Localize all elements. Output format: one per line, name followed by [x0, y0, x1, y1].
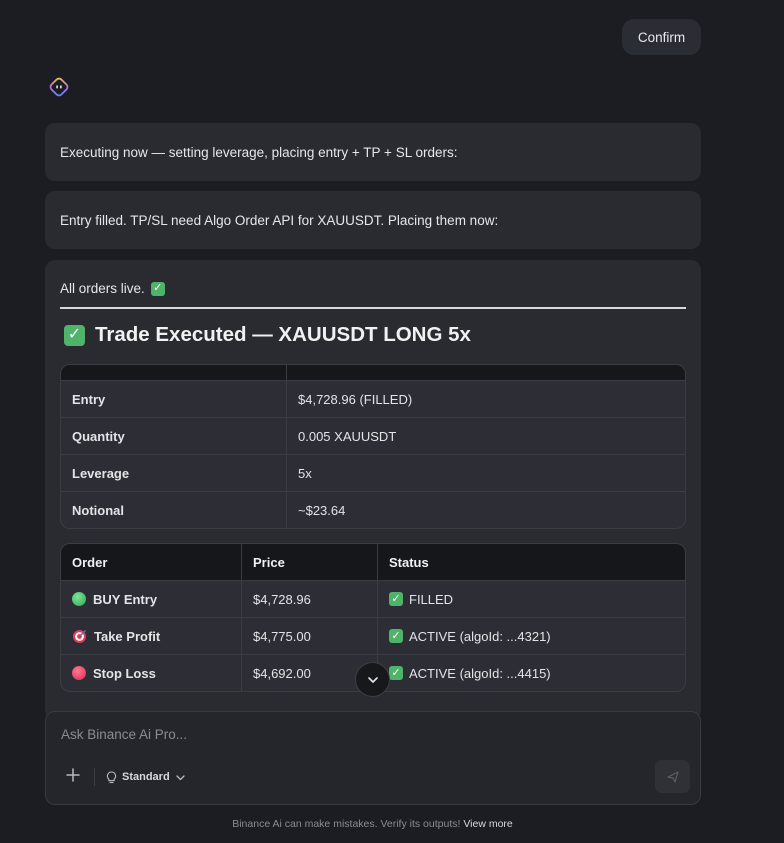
row-value: $4,728.96 (FILLED)	[298, 391, 413, 407]
table-row: Take Profit $4,775.00 ✓ ACTIVE (algoId: …	[61, 617, 685, 654]
mode-select[interactable]: Standard	[106, 769, 186, 785]
trade-heading: ✓ Trade Executed — XAUUSDT LONG 5x	[64, 323, 471, 347]
table-row: Leverage 5x	[61, 454, 685, 491]
assistant-message: Entry filled. TP/SL need Algo Order API …	[45, 191, 701, 249]
row-label: Quantity	[61, 418, 287, 454]
status-line: All orders live. ✓	[60, 281, 165, 296]
check-mark-icon: ✓	[389, 666, 403, 680]
chat-input[interactable]	[61, 727, 661, 742]
summary-table-header	[61, 365, 685, 380]
user-message-bubble: Confirm	[622, 19, 701, 55]
status-line-text: All orders live.	[60, 281, 145, 296]
send-icon	[666, 770, 679, 783]
assistant-message-text: Executing now — setting leverage, placin…	[60, 145, 458, 160]
header-cell-price: Price	[242, 544, 378, 580]
status-cell: ✓ FILLED	[378, 581, 685, 617]
row-value: 0.005 XAUUSDT	[298, 428, 397, 444]
chevron-down-icon	[176, 774, 185, 780]
table-row: Notional ~$23.64	[61, 491, 685, 528]
red-circle-icon	[72, 666, 86, 680]
user-message-text: Confirm	[637, 29, 686, 45]
order-name: Take Profit	[94, 628, 161, 644]
table-row: Entry $4,728.96 (FILLED)	[61, 380, 685, 417]
row-label: Notional	[61, 492, 287, 528]
mode-label: Standard	[122, 771, 170, 783]
add-attachment-button[interactable]	[65, 767, 81, 783]
divider	[94, 768, 95, 786]
price-cell: $4,728.96	[242, 581, 378, 617]
green-circle-icon	[72, 592, 86, 606]
orders-table-header: Order Price Status	[61, 544, 685, 580]
table-row: BUY Entry $4,728.96 ✓ FILLED	[61, 580, 685, 617]
check-mark-icon: ✓	[64, 324, 85, 346]
price-cell: $4,775.00	[242, 618, 378, 654]
row-label: Leverage	[61, 455, 287, 491]
trade-result-message: All orders live. ✓ ✓ Trade Executed — XA…	[45, 260, 701, 720]
header-cell	[287, 365, 685, 380]
divider	[60, 307, 686, 309]
row-value: 5x	[298, 465, 312, 481]
bot-face-icon	[48, 76, 70, 98]
chat-composer: Standard	[45, 711, 701, 805]
row-label: Entry	[61, 381, 287, 417]
trade-heading-text: Trade Executed — XAUUSDT LONG 5x	[95, 323, 471, 346]
order-cell: BUY Entry	[61, 581, 242, 617]
disclaimer: Binance Ai can make mistakes. Verify its…	[0, 818, 745, 830]
check-mark-icon: ✓	[150, 281, 165, 296]
header-cell	[61, 365, 287, 380]
plus-icon	[66, 768, 80, 782]
disclaimer-text: Binance Ai can make mistakes. Verify its…	[232, 818, 461, 830]
order-name: BUY Entry	[93, 591, 158, 607]
assistant-message-text: Entry filled. TP/SL need Algo Order API …	[60, 213, 499, 228]
summary-table: Entry $4,728.96 (FILLED) Quantity 0.005 …	[60, 364, 686, 529]
status-text: FILLED	[409, 591, 454, 607]
check-mark-icon: ✓	[389, 629, 403, 643]
table-row: Quantity 0.005 XAUUSDT	[61, 417, 685, 454]
status-text: ACTIVE (algoId: ...4415)	[409, 665, 551, 681]
header-cell-order: Order	[61, 544, 242, 580]
status-cell: ✓ ACTIVE (algoId: ...4321)	[378, 618, 685, 654]
status-cell: ✓ ACTIVE (algoId: ...4415)	[378, 655, 685, 691]
target-icon	[72, 629, 87, 644]
view-more-link[interactable]: View more	[463, 818, 512, 830]
send-button[interactable]	[655, 760, 690, 793]
order-cell: Take Profit	[61, 618, 242, 654]
chevron-down-icon	[367, 676, 378, 683]
status-text: ACTIVE (algoId: ...4321)	[409, 628, 551, 644]
order-cell: Stop Loss	[61, 655, 242, 691]
header-cell-status: Status	[389, 554, 429, 570]
lightbulb-icon	[106, 770, 117, 783]
assistant-message: Executing now — setting leverage, placin…	[45, 123, 701, 181]
row-value: ~$23.64	[298, 502, 346, 518]
scroll-to-bottom-button[interactable]	[355, 662, 390, 697]
order-name: Stop Loss	[93, 665, 156, 681]
check-mark-icon: ✓	[389, 592, 403, 606]
